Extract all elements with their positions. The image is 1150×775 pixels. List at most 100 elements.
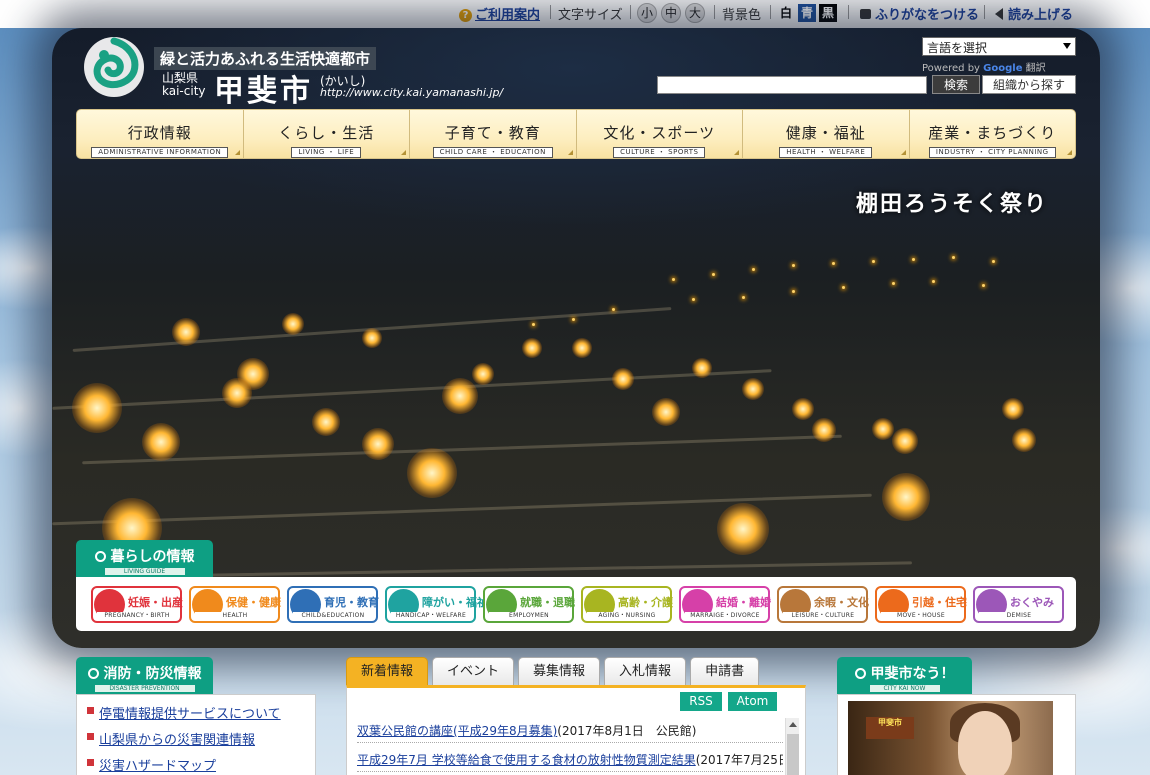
tab-recruitment[interactable]: 募集情報 xyxy=(518,657,601,686)
living-guide-item[interactable]: 結婚・離婚 MARRAIGE・DIVORCE xyxy=(679,586,771,623)
disaster-link[interactable]: 停電情報提供サービスについて xyxy=(85,703,315,722)
living-guide-label: 余暇・文化 xyxy=(814,596,869,609)
news-item: 平成29年7月 学校等給食で使用する食材の放射性物質測定結果(2017年7月25… xyxy=(357,751,783,772)
living-guide-item[interactable]: 障がい・福祉 HANDICAP・WELFARE xyxy=(385,586,488,623)
font-size-label: 文字サイズ xyxy=(558,8,623,23)
city-now-panel: 甲斐市 xyxy=(837,694,1076,775)
tab-bidding[interactable]: 入札情報 xyxy=(604,657,687,686)
main-nav: 行政情報 ADMINISTRATIVE INFORMATION くらし・生活 LIV… xyxy=(76,109,1076,159)
corner-arrow-icon xyxy=(567,150,573,155)
tab-events[interactable]: イベント xyxy=(432,657,515,686)
nav-childcare[interactable]: 子育て・教育 CHILD CARE ・ EDUCATION xyxy=(410,110,577,158)
bg-black-button[interactable]: 黒 xyxy=(819,4,837,22)
disaster-link[interactable]: 災害ハザードマップ xyxy=(85,755,315,774)
font-size-medium-button[interactable]: 中 xyxy=(661,3,681,23)
living-guide-item[interactable]: 就職・退職 EMPLOYMEN xyxy=(483,586,575,623)
living-guide-item[interactable]: 高齢・介護 AGING・NURSING xyxy=(581,586,673,623)
living-guide-panel: 妊娠・出産 PREGNANCY・BIRTH 保健・健康 HEALTH 育児・教育 CHIL… xyxy=(76,577,1076,631)
dropdown-arrow-icon xyxy=(1063,43,1071,49)
news-item-link[interactable]: 平成29年7月 学校等給食で使用する食材の放射性物質測定結果 xyxy=(357,753,696,767)
living-guide-item[interactable]: 妊娠・出産 PREGNANCY・BIRTH xyxy=(91,586,183,623)
corner-arrow-icon xyxy=(1067,150,1072,155)
org-search-button[interactable]: 組織から探す xyxy=(982,75,1076,94)
help-link[interactable]: ? ご利用案内 xyxy=(459,4,540,23)
living-guide-label: 妊娠・出産 xyxy=(128,596,183,609)
candle-light xyxy=(792,398,814,420)
candle-light xyxy=(692,358,712,378)
living-guide-english-label: DEMISE xyxy=(979,612,1059,620)
living-guide-english-label: HANDICAP・WELFARE xyxy=(391,612,471,620)
living-guide-label: 結婚・離婚 xyxy=(716,596,771,609)
candle-light xyxy=(1012,428,1036,452)
background-color-label: 背景色 xyxy=(722,8,762,23)
living-guide-english-label: HEALTH xyxy=(195,612,275,620)
candle-light xyxy=(717,503,769,555)
candle-light xyxy=(692,298,695,301)
candle-light xyxy=(792,290,795,293)
nav-culture[interactable]: 文化・スポーツ CULTURE ・ SPORTS xyxy=(577,110,743,158)
font-size-small-button[interactable]: 小 xyxy=(637,3,657,23)
living-guide-english-label: MOVE・HOUSE xyxy=(881,612,961,620)
living-guide-english-label: AGING・NURSING xyxy=(587,612,667,620)
news-scrollbar[interactable] xyxy=(785,718,799,775)
candle-light xyxy=(532,323,535,326)
read-aloud-link[interactable]: 読み上げる xyxy=(995,4,1073,23)
tab-new-info[interactable]: 新着情報 xyxy=(346,657,429,686)
living-guide-item[interactable]: 引越・住宅 MOVE・HOUSE xyxy=(875,586,967,623)
bg-white-button[interactable]: 白 xyxy=(777,4,795,22)
living-guide-item[interactable]: おくやみ DEMISE xyxy=(973,586,1064,623)
font-size-large-button[interactable]: 大 xyxy=(685,3,705,23)
hero-title: 棚田ろうそく祭り xyxy=(856,192,1049,217)
living-guide-english-label: CHILD&EDUCATION xyxy=(293,612,373,620)
corner-arrow-icon xyxy=(234,150,240,155)
city-name[interactable]: 甲斐市 xyxy=(214,66,313,110)
scroll-thumb[interactable] xyxy=(787,734,799,775)
city-english-name: kai-city xyxy=(162,84,206,98)
nav-health[interactable]: 健康・福祉 HEALTH ・ WELFARE xyxy=(743,110,910,158)
candle-light xyxy=(612,308,615,311)
bg-blue-button[interactable]: 青 xyxy=(798,4,816,22)
living-guide-item[interactable]: 育児・教育 CHILD&EDUCATION xyxy=(287,586,379,623)
disaster-panel: 停電情報提供サービスについて 山梨県からの災害関連情報 災害ハザードマップ xyxy=(76,694,316,775)
furigana-link[interactable]: ふりがなをつける xyxy=(860,4,979,23)
candle-light xyxy=(872,418,894,440)
living-guide-item[interactable]: 余暇・文化 LEISURE・CULTURE xyxy=(777,586,869,623)
candle-light xyxy=(282,313,304,335)
scroll-up-icon[interactable] xyxy=(789,722,797,727)
candle-light xyxy=(407,448,457,498)
tab-applications[interactable]: 申請書 xyxy=(690,657,760,686)
nav-administration[interactable]: 行政情報 ADMINISTRATIVE INFORMATION xyxy=(77,110,244,158)
search-input[interactable] xyxy=(657,76,927,94)
candle-light xyxy=(742,378,764,400)
disaster-link[interactable]: 山梨県からの災害関連情報 xyxy=(85,729,315,748)
candle-light xyxy=(172,318,200,346)
nav-living[interactable]: くらし・生活 LIVING ・ LIFE xyxy=(244,110,410,158)
candle-light xyxy=(992,260,995,263)
atom-button[interactable]: Atom xyxy=(728,692,777,711)
prefecture-label: 山梨県 kai-city xyxy=(162,72,206,98)
news-tabs: 新着情報 イベント 募集情報 入札情報 申請書 xyxy=(346,657,760,686)
city-logo[interactable] xyxy=(82,35,146,99)
candle-light xyxy=(572,338,592,358)
candle-light xyxy=(142,423,180,461)
living-guide-label: 障がい・福祉 xyxy=(422,596,488,609)
news-item: 双葉公民館の講座(平成29年8月募集)(2017年8月1日 公民館) xyxy=(357,722,783,743)
prefecture-name: 山梨県 xyxy=(162,71,199,85)
divider xyxy=(630,5,631,19)
living-guide-label: 高齢・介護 xyxy=(618,596,673,609)
city-now-video[interactable]: 甲斐市 xyxy=(848,701,1053,775)
candle-light xyxy=(742,296,745,299)
news-item-link[interactable]: 双葉公民館の講座(平成29年8月募集) xyxy=(357,724,557,738)
candle-light xyxy=(872,260,875,263)
language-select[interactable]: 言語を選択 xyxy=(922,37,1076,56)
living-guide-item[interactable]: 保健・健康 HEALTH xyxy=(189,586,281,623)
news-item-meta: (2017年8月1日 公民館) xyxy=(557,724,697,738)
nav-industry[interactable]: 産業・まちづくり INDUSTRY ・ CITY PLANNING xyxy=(910,110,1076,158)
candle-light xyxy=(952,256,955,259)
search-button[interactable]: 検索 xyxy=(932,75,980,94)
candle-light xyxy=(892,428,918,454)
news-panel: RSS Atom 双葉公民館の講座(平成29年8月募集)(2017年8月1日 公… xyxy=(346,685,806,775)
rss-button[interactable]: RSS xyxy=(680,692,722,711)
living-guide-label: 就職・退職 xyxy=(520,596,575,609)
divider xyxy=(848,5,849,19)
